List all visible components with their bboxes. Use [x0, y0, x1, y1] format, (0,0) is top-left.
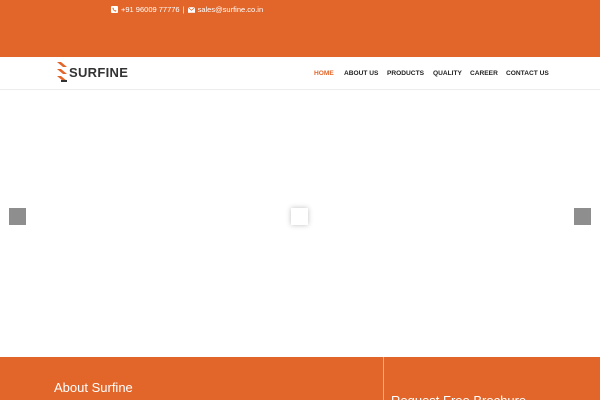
logo-text: SURFINE — [69, 64, 129, 80]
nav-about-us[interactable]: ABOUT US — [344, 70, 378, 77]
slider-next-button[interactable] — [574, 208, 591, 225]
about-heading: About Surfine — [54, 380, 133, 395]
site-header: SURFINE HOME ABOUT US PRODUCTS QUALITY C… — [0, 57, 600, 90]
nav-home[interactable]: HOME — [314, 70, 334, 77]
surfine-logo[interactable]: SURFINE — [56, 61, 128, 83]
email-address[interactable]: sales@surfine.co.in — [198, 5, 264, 14]
nav-products[interactable]: PRODUCTS — [387, 70, 424, 77]
hero-slider — [0, 90, 600, 357]
slider-loader — [291, 208, 308, 225]
nav-contact-us[interactable]: CONTACT US — [506, 70, 549, 77]
nav-quality[interactable]: QUALITY — [433, 70, 462, 77]
contact-separator: | — [182, 5, 185, 14]
slider-prev-button[interactable] — [9, 208, 26, 225]
top-bar: +91 96009 77776 | sales@surfine.co.in — [0, 0, 600, 57]
footer-divider — [383, 357, 384, 400]
contact-info: +91 96009 77776 | sales@surfine.co.in — [111, 5, 263, 14]
footer-section: About Surfine Request Free Brochure — [0, 357, 600, 408]
envelope-icon — [187, 6, 195, 13]
logo-mark-icon — [57, 62, 67, 82]
brochure-heading: Request Free Brochure — [391, 393, 527, 408]
phone-icon — [111, 6, 118, 13]
nav-career[interactable]: CAREER — [470, 70, 498, 77]
phone-number[interactable]: +91 96009 77776 — [121, 5, 180, 14]
